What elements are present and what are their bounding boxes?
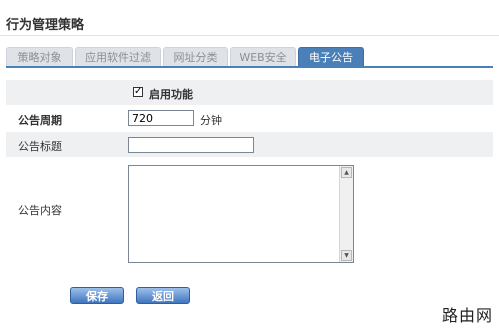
page-title: 行为管理策略 bbox=[6, 18, 85, 33]
content-scrollbar[interactable]: ▲ ▼ bbox=[339, 166, 353, 262]
content-row: 公告内容 ▲ ▼ bbox=[6, 158, 493, 271]
watermark-logo: 路由网 bbox=[441, 306, 493, 325]
enable-row: ✓ 启用功能 bbox=[6, 80, 493, 106]
enable-checkbox[interactable]: ✓ bbox=[133, 87, 143, 97]
period-row: 公告周期 分钟 bbox=[6, 106, 493, 132]
tab-app-filter[interactable]: 应用软件过滤 bbox=[75, 47, 161, 66]
title-row: 公告标题 bbox=[6, 132, 493, 158]
bulletin-form: ✓ 启用功能 公告周期 分钟 公告标题 公告内容 ▲ ▼ bbox=[6, 80, 493, 271]
tab-policy-object[interactable]: 策略对象 bbox=[6, 47, 73, 66]
title-label: 公告标题 bbox=[18, 140, 62, 153]
scroll-down-icon[interactable]: ▼ bbox=[341, 250, 352, 261]
tab-bar: 策略对象 应用软件过滤 网址分类 WEB安全 电子公告 bbox=[6, 47, 366, 67]
tab-bulletin[interactable]: 电子公告 bbox=[298, 47, 364, 66]
period-input[interactable] bbox=[128, 110, 194, 126]
content-label: 公告内容 bbox=[18, 204, 62, 217]
tab-web-security[interactable]: WEB安全 bbox=[230, 47, 296, 66]
title-input[interactable] bbox=[128, 137, 254, 153]
scroll-up-icon[interactable]: ▲ bbox=[341, 167, 352, 178]
content-textarea[interactable]: ▲ ▼ bbox=[128, 165, 354, 263]
period-unit: 分钟 bbox=[200, 114, 222, 127]
period-label: 公告周期 bbox=[18, 114, 62, 127]
save-button[interactable]: 保存 bbox=[70, 287, 124, 304]
back-button[interactable]: 返回 bbox=[136, 287, 190, 304]
tab-url-category[interactable]: 网址分类 bbox=[163, 47, 228, 66]
title-divider bbox=[0, 35, 499, 36]
tab-underline bbox=[6, 66, 493, 68]
enable-label: 启用功能 bbox=[149, 88, 193, 101]
